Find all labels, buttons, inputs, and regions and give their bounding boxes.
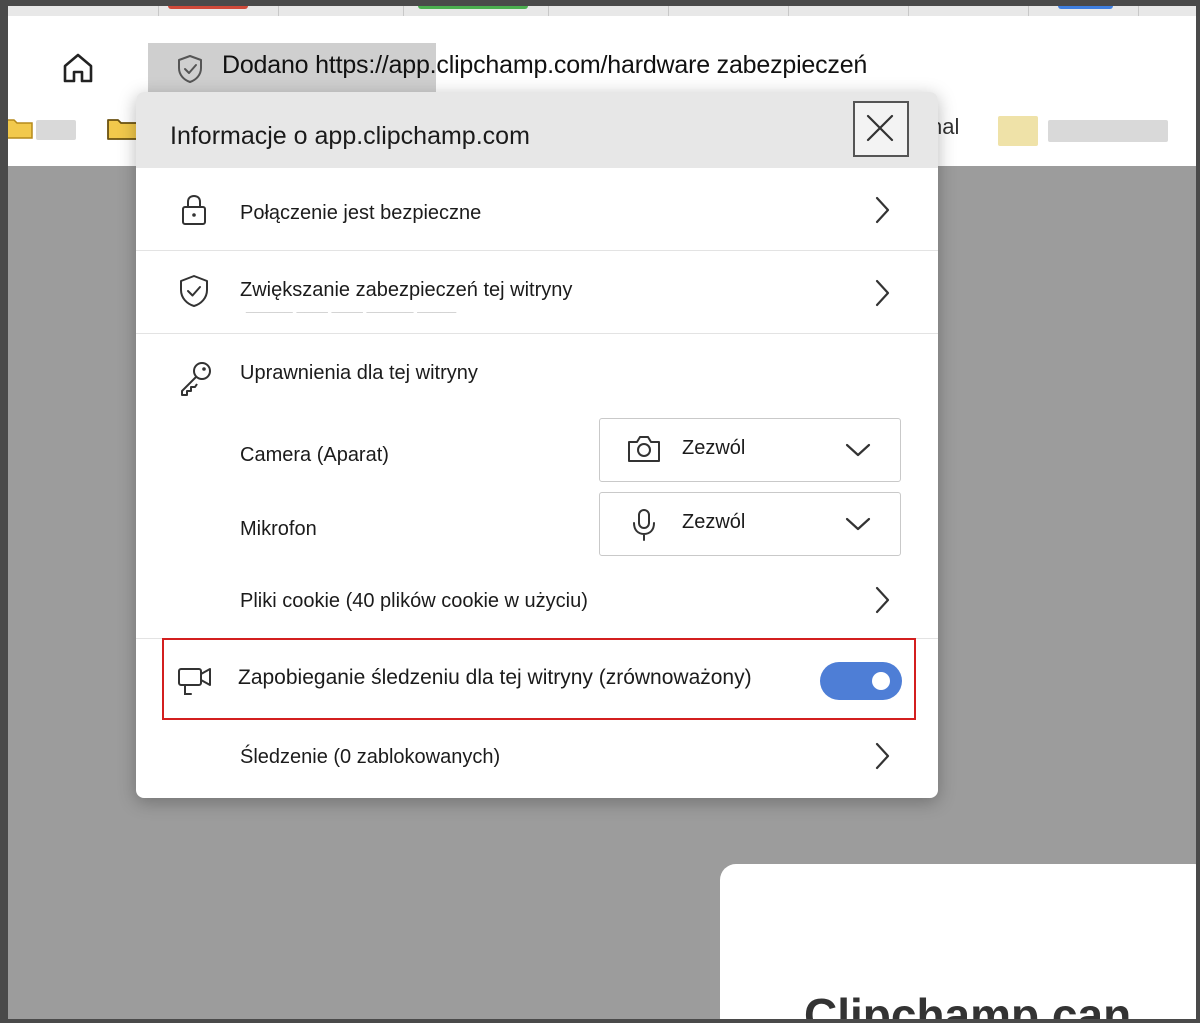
shield-check-icon xyxy=(180,275,208,307)
chevron-right-icon xyxy=(875,196,890,224)
bookmark-blurred-icon[interactable] xyxy=(998,116,1038,146)
cookies-row[interactable]: Pliki cookie (40 plików cookie w użyciu) xyxy=(136,566,938,636)
flyout-header: Informacje o app.clipchamp.com xyxy=(136,92,938,168)
microphone-permission-label: Mikrofon xyxy=(240,518,317,540)
tab-separator xyxy=(908,6,909,16)
lock-icon xyxy=(182,194,206,225)
tab-strip xyxy=(8,6,1196,16)
folder-icon xyxy=(107,119,139,140)
key-icon xyxy=(181,362,211,396)
address-text[interactable]: Dodano https://app.clipchamp.com/hardwar… xyxy=(222,51,867,80)
trackers-label: Śledzenie (0 zablokowanych) xyxy=(240,746,501,768)
connection-label: Połączenie jest bezpieczne xyxy=(240,202,482,224)
address-bar[interactable]: Dodano https://app.clipchamp.com/hardwar… xyxy=(136,36,1196,96)
tracking-prevention-label: Zapobieganie śledzeniu dla tej witryny (… xyxy=(238,666,752,689)
bookmark-blurred[interactable] xyxy=(36,120,76,140)
chevron-right-icon xyxy=(875,279,890,307)
page-card: Clipchamp can xyxy=(720,864,1196,1019)
trackers-row[interactable]: Śledzenie (0 zablokowanych) xyxy=(136,720,938,794)
home-icon xyxy=(63,53,93,83)
camera-permission-dropdown[interactable]: Zezwól xyxy=(599,418,901,482)
tab-indicator[interactable] xyxy=(1058,6,1113,9)
tab-separator xyxy=(548,6,549,16)
connection-row[interactable]: Połączenie jest bezpieczne xyxy=(136,168,938,250)
site-info-flyout: Informacje o app.clipchamp.com Połączeni… xyxy=(136,92,938,798)
tab-indicator[interactable] xyxy=(418,6,528,9)
close-icon xyxy=(866,114,894,142)
camera-permission-label: Camera (Aparat) xyxy=(240,444,389,466)
chevron-down-icon xyxy=(845,517,871,531)
close-button[interactable] xyxy=(853,101,909,157)
enhance-security-row[interactable]: ______ ____ ____ ______ _____ Zwiększani… xyxy=(136,251,938,333)
camera-icon xyxy=(628,436,660,462)
microphone-permission-dropdown[interactable]: Zezwól xyxy=(599,492,901,556)
bookmark-blurred[interactable] xyxy=(1048,120,1168,142)
tab-indicator[interactable] xyxy=(168,6,248,9)
tracking-prevention-row: Zapobieganie śledzeniu dla tej witryny (… xyxy=(136,640,938,718)
tab-separator xyxy=(158,6,159,16)
toolbar: Dodano https://app.clipchamp.com/hardwar… xyxy=(8,16,1196,96)
page-card-title: Clipchamp can xyxy=(804,989,1132,1019)
tracking-prevention-toggle[interactable] xyxy=(820,662,902,700)
tab-separator xyxy=(278,6,279,16)
chevron-down-icon xyxy=(845,443,871,457)
bookmark-folder[interactable] xyxy=(8,114,34,142)
tab-separator xyxy=(1028,6,1029,16)
tab-separator xyxy=(403,6,404,16)
tab-separator xyxy=(668,6,669,16)
tab-separator xyxy=(788,6,789,16)
tab-separator xyxy=(1138,6,1139,16)
toggle-knob xyxy=(872,672,890,690)
folder-icon xyxy=(8,119,33,139)
chevron-right-icon xyxy=(875,742,890,770)
permissions-label: Uprawnienia dla tej witryny xyxy=(240,362,478,384)
enhance-security-label: Zwiększanie zabezpieczeń tej witryny xyxy=(240,279,573,301)
microphone-icon xyxy=(633,509,655,541)
permissions-section: Uprawnienia dla tej witryny Camera (Apar… xyxy=(136,334,938,638)
microphone-permission-value: Zezwól xyxy=(682,511,746,533)
home-button[interactable] xyxy=(56,46,100,90)
camera-permission-value: Zezwól xyxy=(682,437,746,459)
cookies-label: Pliki cookie (40 plików cookie w użyciu) xyxy=(240,590,588,612)
tracking-prevention-icon xyxy=(178,668,211,695)
flyout-title: Informacje o app.clipchamp.com xyxy=(170,122,530,150)
bookmark-folder[interactable] xyxy=(106,114,140,142)
chevron-right-icon xyxy=(875,586,890,614)
shield-check-icon xyxy=(178,55,202,83)
